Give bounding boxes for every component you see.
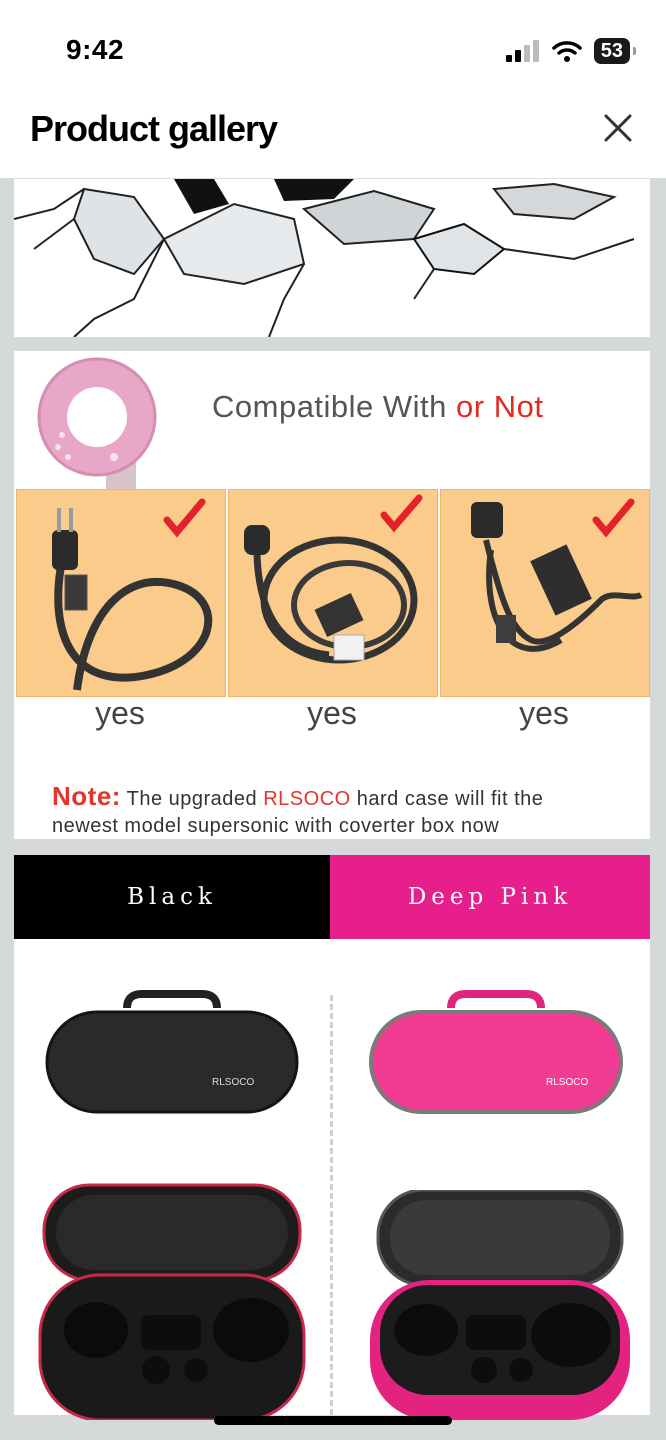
cord-card-2 [228, 489, 438, 697]
power-cord-image [471, 498, 643, 652]
note-label: Note: [52, 781, 121, 811]
close-button[interactable] [598, 108, 638, 148]
note-post: hard case will fit the [350, 788, 544, 810]
power-cord-image [52, 498, 213, 691]
black-case-closed-image: RLSOCO [45, 990, 299, 1114]
color-divider [330, 995, 333, 1415]
note-line-1: Note: The upgraded RLSOCO hard case will… [52, 783, 543, 813]
case-logo: RLSOCO [546, 1077, 588, 1088]
color-label-pink: Deep Pink [330, 855, 650, 939]
note-line-2: newest model supersonic with coverter bo… [52, 815, 500, 837]
black-case-open-image [38, 1183, 306, 1420]
signal-icon [505, 40, 539, 62]
color-label-black: Black [14, 855, 330, 939]
power-cord-image [244, 494, 423, 664]
compat-title-accent: or Not [456, 389, 544, 424]
gallery-image-crack[interactable] [13, 179, 650, 338]
cracked-surface-image [13, 179, 650, 338]
compat-yes-1: yes [95, 695, 145, 731]
cord-card-3 [440, 489, 650, 697]
compat-yes-3: yes [519, 695, 569, 731]
close-icon [604, 114, 632, 142]
compat-note: Note: The upgraded RLSOCO hard case will… [52, 783, 543, 840]
page-title: Product gallery [30, 108, 278, 149]
gallery-image-compatibility[interactable]: Compatible With or Not yes yes yes Note:… [14, 351, 650, 839]
product-gallery[interactable]: Compatible With or Not yes yes yes Note:… [0, 179, 666, 1440]
hair-dryer-image [37, 357, 157, 497]
wifi-icon [552, 41, 582, 62]
pink-case-closed-image: RLSOCO [369, 990, 623, 1114]
compat-title-main: Compatible With [212, 389, 457, 424]
note-pre: The upgraded [120, 788, 264, 810]
compatibility-heading: Compatible With or Not [212, 389, 543, 425]
compat-yes-2: yes [307, 695, 357, 731]
battery-icon: 53 [593, 38, 637, 64]
home-indicator[interactable] [214, 1416, 452, 1425]
pink-case-open-image [370, 1190, 630, 1420]
case-logo: RLSOCO [212, 1077, 254, 1088]
status-icons: 53 [505, 38, 637, 64]
gallery-image-colors[interactable]: Black Deep Pink RLSOCO RLSOCO [14, 855, 650, 1420]
status-time: 9:42 [66, 34, 125, 65]
gallery-header: Product gallery [0, 100, 666, 179]
note-brand: RLSOCO [263, 788, 351, 810]
status-bar: 9:42 53 [0, 0, 666, 100]
cord-card-1 [16, 489, 226, 697]
